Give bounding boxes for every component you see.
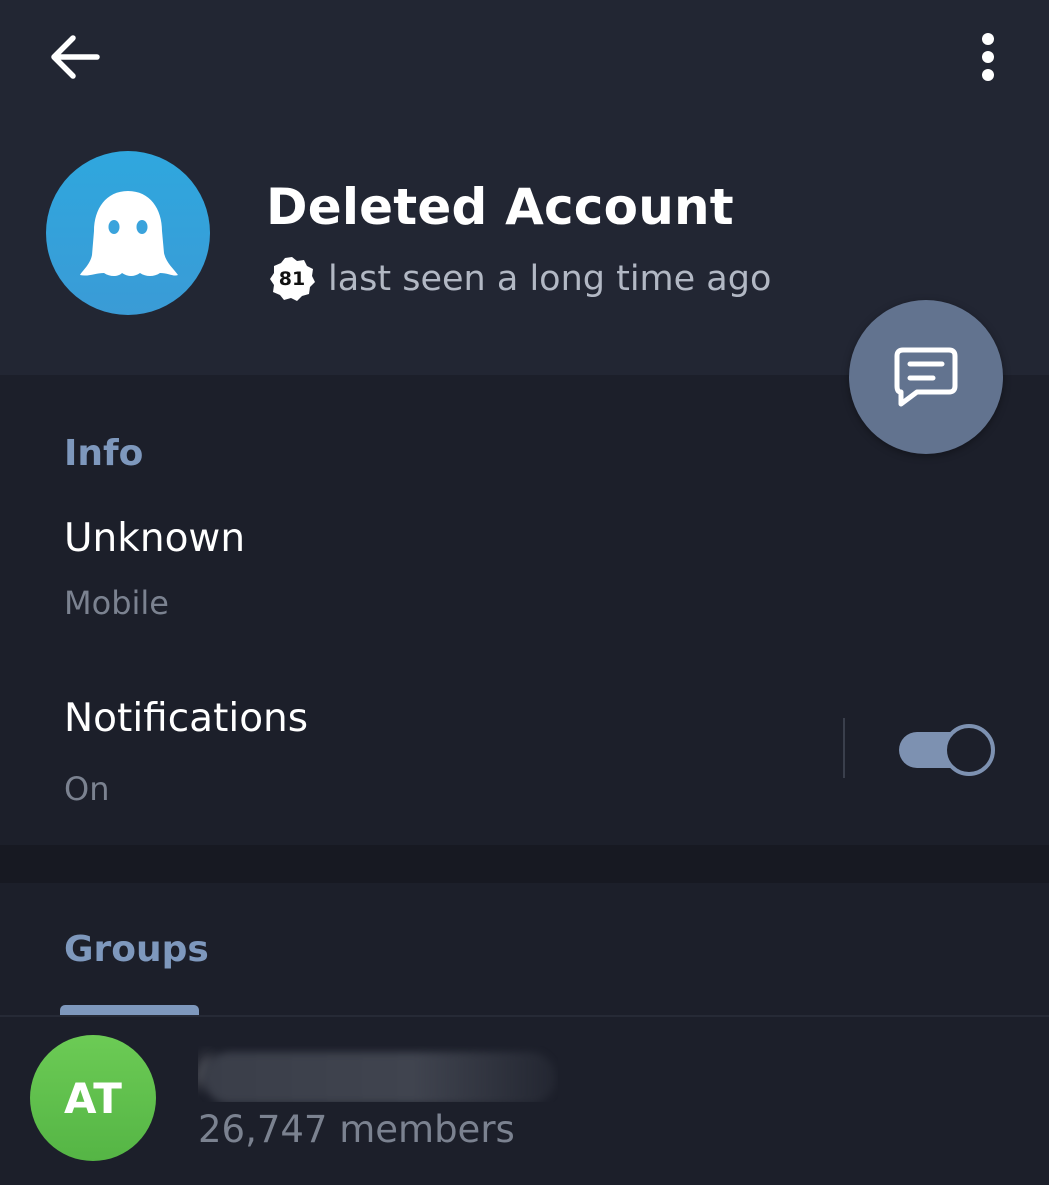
- notifications-label[interactable]: Notifications: [64, 696, 308, 741]
- ghost-icon: [80, 191, 178, 276]
- more-vertical-icon: [982, 33, 994, 81]
- notifications-value: On: [64, 770, 110, 808]
- group-avatar[interactable]: AT: [30, 1035, 156, 1161]
- tab-groups[interactable]: Groups: [64, 929, 209, 970]
- phone-value[interactable]: Unknown: [64, 516, 245, 561]
- level-badge-number: 81: [278, 268, 306, 290]
- profile-avatar[interactable]: [46, 151, 210, 315]
- info-section-title: Info: [64, 433, 144, 474]
- profile-status: last seen a long time ago: [328, 259, 772, 299]
- tab-groups-indicator: [60, 1005, 199, 1015]
- profile-status-row: 81 last seen a long time ago: [268, 252, 771, 306]
- send-message-button[interactable]: [849, 300, 1003, 454]
- redaction-blur: [204, 1052, 556, 1102]
- notifications-divider: [843, 718, 845, 778]
- group-members-count: 26,747 members: [198, 1108, 515, 1151]
- arrow-left-icon: [51, 35, 100, 79]
- phone-label: Mobile: [64, 584, 169, 622]
- more-options-button[interactable]: [962, 26, 1014, 88]
- profile-name: Deleted Account: [266, 178, 734, 236]
- section-gap: [0, 845, 1049, 883]
- message-icon: [894, 347, 958, 407]
- notifications-toggle[interactable]: [899, 722, 995, 776]
- toggle-knob: [943, 724, 995, 776]
- group-name[interactable]: /: [198, 1046, 558, 1102]
- tab-divider: [0, 1015, 1049, 1017]
- level-badge: 81: [268, 255, 316, 303]
- back-button[interactable]: [44, 28, 106, 86]
